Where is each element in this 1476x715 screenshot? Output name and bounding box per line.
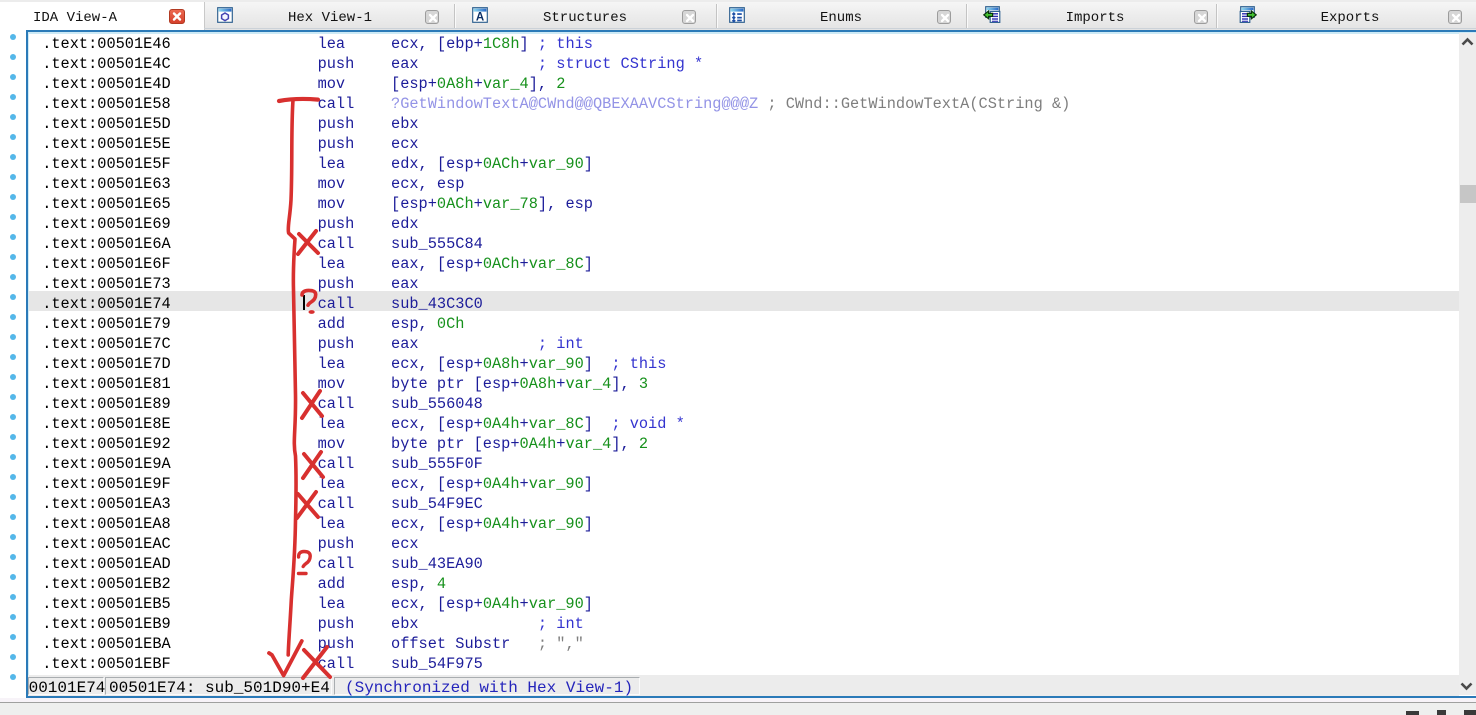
svg-text:A: A xyxy=(476,11,484,23)
